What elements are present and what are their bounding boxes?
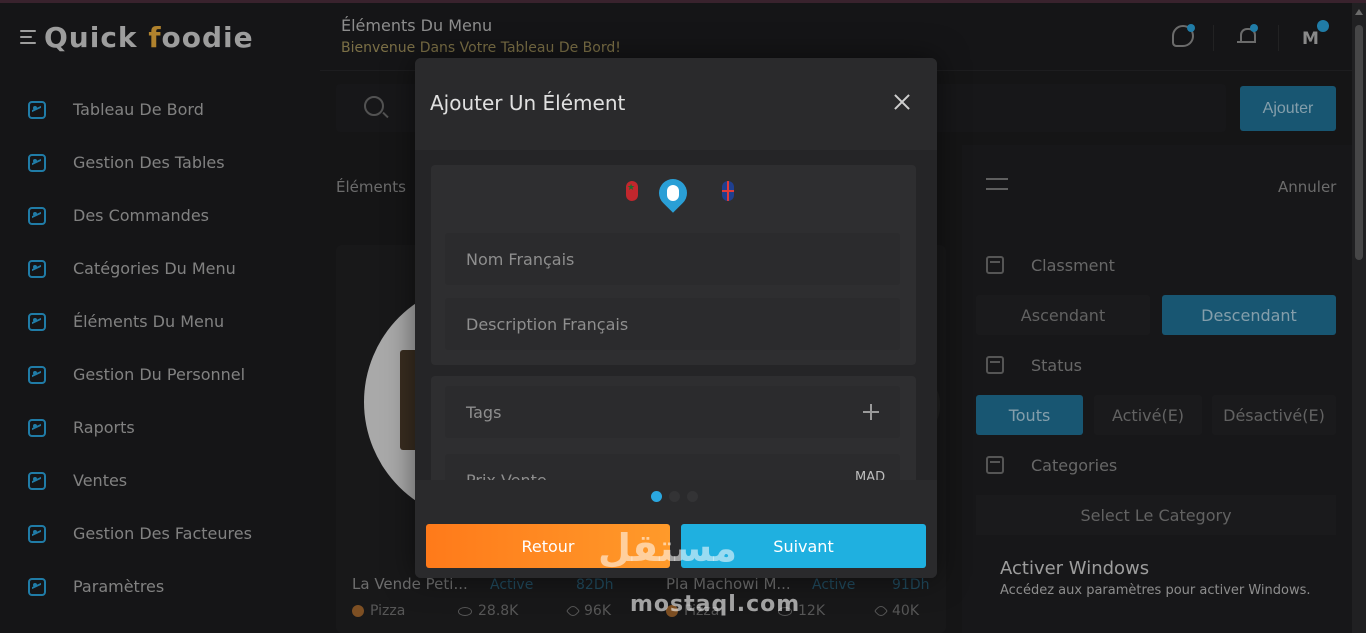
france-flag-icon[interactable]	[653, 173, 693, 213]
name-field[interactable]	[445, 233, 900, 285]
price-field[interactable]: Prix Vente	[445, 454, 900, 480]
currency-label: MAD	[855, 470, 886, 480]
morocco-flag-icon[interactable]	[626, 181, 638, 201]
tags-field[interactable]: Tags	[445, 386, 900, 438]
description-field[interactable]	[445, 298, 900, 350]
step-dot[interactable]	[687, 491, 698, 502]
close-icon[interactable]	[893, 93, 911, 111]
step-dot[interactable]	[651, 491, 662, 502]
step-indicator	[651, 491, 698, 502]
language-selector	[431, 173, 916, 213]
modal-header: Ajouter Un Élément	[415, 58, 937, 150]
modal-title: Ajouter Un Élément	[430, 91, 626, 115]
plus-icon[interactable]	[863, 404, 879, 420]
translation-section	[431, 165, 916, 365]
watermark-logo: مستقل	[598, 526, 737, 570]
step-dot[interactable]	[669, 491, 680, 502]
watermark-url: mostaql.com	[630, 592, 801, 617]
details-section: Tags Prix Vente MAD	[431, 376, 916, 480]
uk-flag-icon[interactable]	[722, 181, 734, 201]
modal-body: Tags Prix Vente MAD	[415, 150, 937, 480]
add-item-modal: Ajouter Un Élément Tags Prix Vente MAD R…	[415, 58, 937, 578]
